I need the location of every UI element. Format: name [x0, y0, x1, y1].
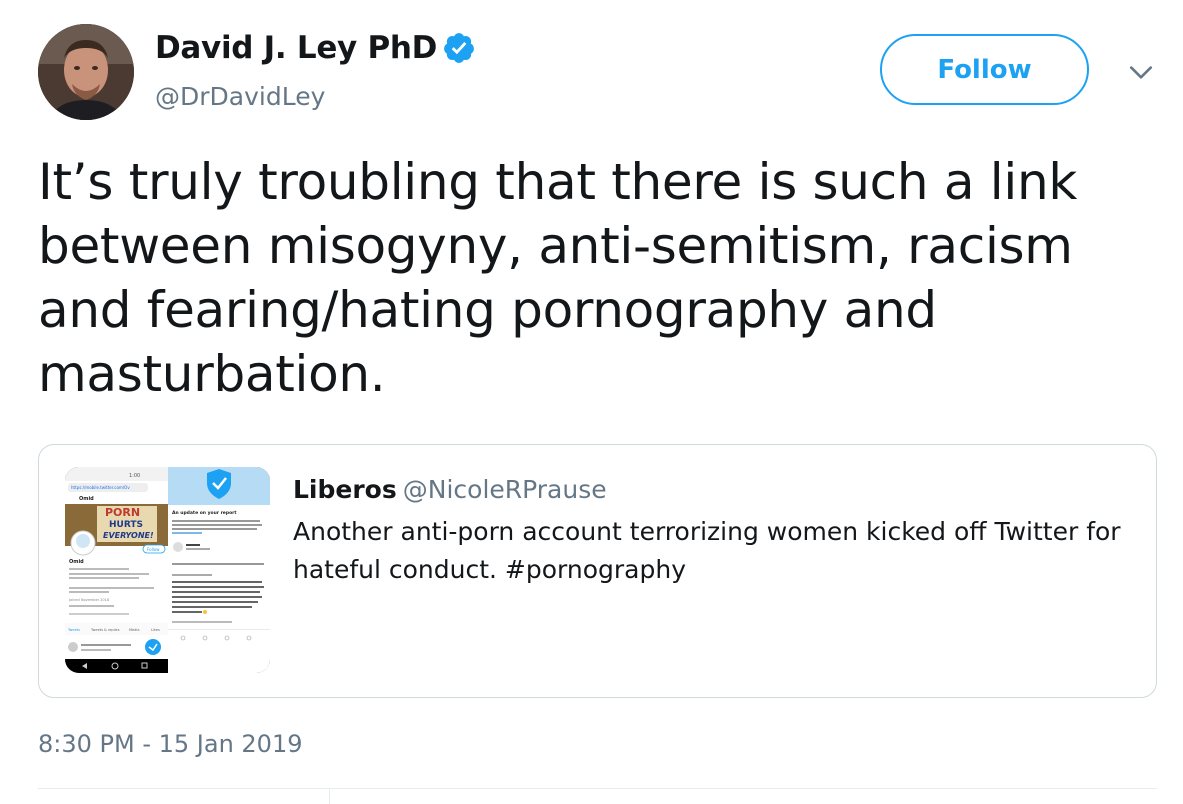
divider [38, 788, 1157, 789]
avatar[interactable] [38, 24, 134, 120]
thumb-tab-3: Media [129, 628, 140, 632]
follow-button[interactable]: Follow [880, 34, 1089, 105]
thumb-tab-2: Tweets & replies [90, 628, 120, 632]
verified-badge-icon [444, 33, 474, 63]
quoted-tweet-card[interactable]: 1:00 https://mobile.twitter.com/Ov Omid … [38, 444, 1157, 698]
thumb-profile-name: Omid [69, 559, 84, 565]
chevron-down-icon[interactable] [1128, 60, 1154, 86]
divider-vertical [329, 789, 330, 804]
thumb-tab-4: Likes [151, 628, 160, 632]
thumb-report-heading: An update on your report [172, 510, 237, 516]
banner-line-3: EVERYONE! [103, 531, 154, 540]
thumb-follow-label: Follow [147, 547, 160, 552]
tweet-text: It’s truly troubling that there is such … [38, 153, 1078, 403]
avatar-image [38, 24, 134, 120]
quoted-tweet-text: Another anti-porn account terrorizing wo… [293, 517, 1121, 584]
thumb-tab-1: Tweets [67, 628, 80, 632]
screenshot-thumbnail-image: 1:00 https://mobile.twitter.com/Ov Omid … [65, 467, 270, 673]
browser-url: https://mobile.twitter.com/Ov [71, 485, 130, 490]
thumb-joined: Joined November 2018 [68, 598, 109, 602]
banner-line-2: HURTS [109, 520, 143, 530]
quoted-tweet-author[interactable]: Liberos @NicoleRPrause [293, 475, 607, 504]
author-display-name[interactable]: David J. Ley PhD [155, 30, 437, 66]
status-time: 1:00 [129, 473, 140, 479]
quoted-tweet-thumbnail[interactable]: 1:00 https://mobile.twitter.com/Ov Omid … [65, 467, 270, 673]
quoted-author-name[interactable]: Liberos [293, 475, 397, 504]
thumb-profile-title: Omid [79, 496, 94, 502]
quoted-author-handle[interactable]: @NicoleRPrause [403, 475, 607, 504]
banner-line-1: PORN [105, 506, 140, 519]
tweet-timestamp[interactable]: 8:30 PM - 15 Jan 2019 [38, 730, 303, 758]
author-handle[interactable]: @DrDavidLey [155, 82, 325, 111]
